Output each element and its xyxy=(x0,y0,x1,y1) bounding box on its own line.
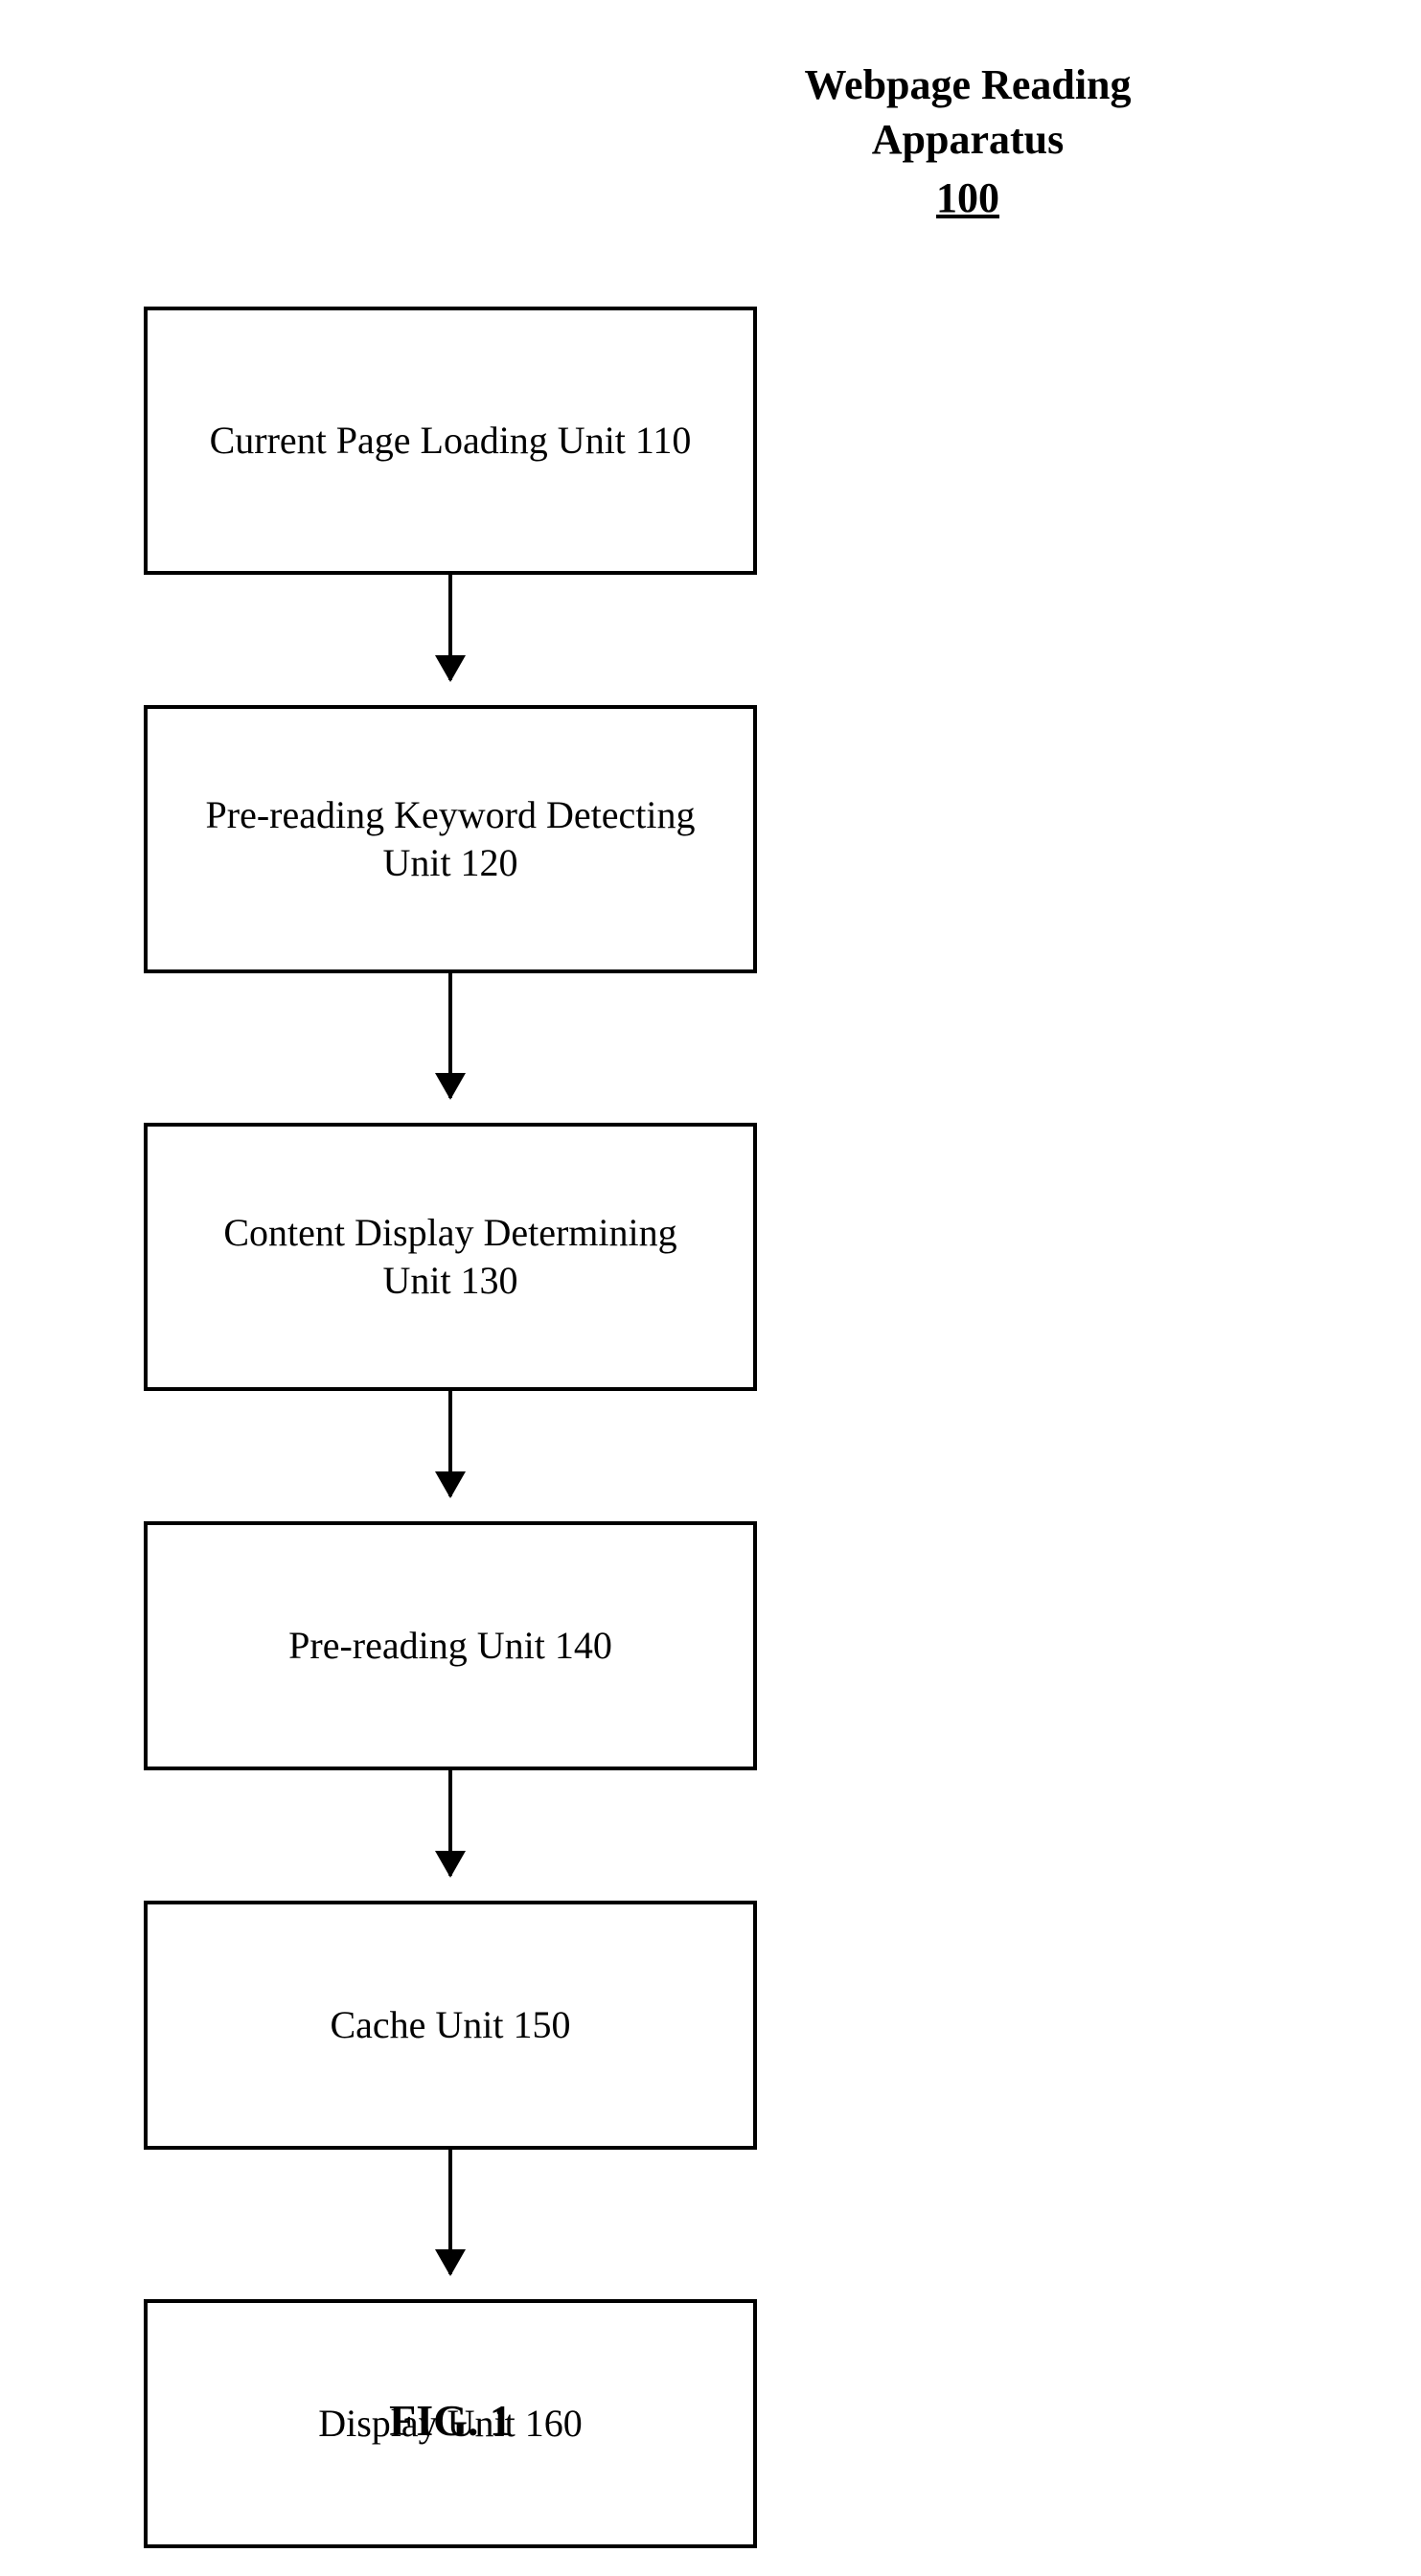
flowchart: Current Page Loading Unit 110 Pre-readin… xyxy=(144,307,757,2548)
flow-box-label: Content Display Determining Unit 130 xyxy=(186,1209,715,1305)
title-line-1: Webpage Reading xyxy=(728,57,1207,112)
title-number: 100 xyxy=(936,171,999,225)
flow-box-pre-reading-keyword-detecting-unit: Pre-reading Keyword Detecting Unit 120 xyxy=(144,705,757,973)
flow-arrow xyxy=(448,575,452,680)
diagram-title: Webpage Reading Apparatus 100 xyxy=(728,57,1207,226)
flow-arrow xyxy=(448,2150,452,2274)
flow-box-cache-unit: Cache Unit 150 xyxy=(144,1901,757,2150)
flow-box-current-page-loading-unit: Current Page Loading Unit 110 xyxy=(144,307,757,575)
flow-box-label: Pre-reading Keyword Detecting Unit 120 xyxy=(186,791,715,887)
flow-arrow xyxy=(448,1770,452,1876)
figure-caption: FIG. 1 xyxy=(144,2395,757,2446)
flow-box-label: Pre-reading Unit 140 xyxy=(288,1622,612,1670)
diagram-page: Webpage Reading Apparatus 100 Current Pa… xyxy=(0,0,1421,2576)
title-line-2: Apparatus xyxy=(728,112,1207,167)
flow-arrow xyxy=(448,973,452,1098)
flow-box-pre-reading-unit: Pre-reading Unit 140 xyxy=(144,1521,757,1770)
flow-box-label: Current Page Loading Unit 110 xyxy=(210,417,692,465)
flow-box-label: Cache Unit 150 xyxy=(330,2001,570,2049)
flow-arrow xyxy=(448,1391,452,1496)
flow-box-content-display-determining-unit: Content Display Determining Unit 130 xyxy=(144,1123,757,1391)
